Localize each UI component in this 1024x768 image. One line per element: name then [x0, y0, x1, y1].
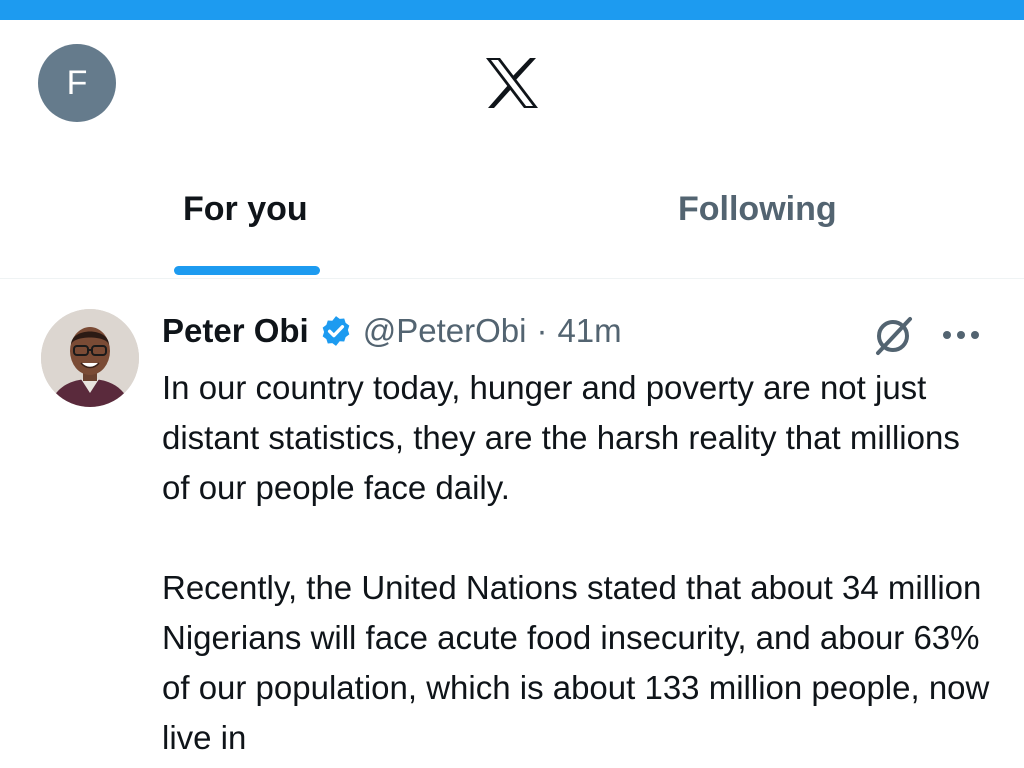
tweet-paragraph: In our country today, hunger and poverty…	[162, 369, 960, 506]
tweet-header: Peter Obi @PeterObi · 41m	[162, 309, 622, 353]
tab-following[interactable]: Following	[678, 190, 837, 229]
meta-separator: ·	[536, 312, 548, 349]
tweet[interactable]: Peter Obi @PeterObi · 41m In our country…	[0, 279, 1024, 768]
tab-for-you[interactable]: For you	[183, 190, 308, 229]
user-avatar-initial: F	[66, 63, 88, 102]
user-avatar[interactable]: F	[38, 44, 116, 122]
app-header: F	[0, 20, 1024, 140]
author-handle[interactable]: @PeterObi	[363, 312, 527, 350]
tweet-text: In our country today, hunger and poverty…	[162, 363, 992, 763]
author-name[interactable]: Peter Obi	[162, 312, 309, 350]
active-tab-indicator	[174, 266, 320, 275]
x-logo-icon[interactable]	[484, 56, 540, 110]
tweet-paragraph: Recently, the United Nations stated that…	[162, 569, 990, 756]
timeline-tabs: For you Following	[0, 150, 1024, 279]
status-bar	[0, 0, 1024, 20]
author-avatar[interactable]	[41, 309, 139, 407]
tweet-timestamp[interactable]: 41m	[557, 312, 621, 350]
grok-icon[interactable]	[872, 315, 914, 357]
more-horizontal-icon[interactable]	[942, 329, 980, 341]
verified-badge-icon[interactable]	[319, 314, 353, 348]
author-photo	[41, 309, 139, 407]
